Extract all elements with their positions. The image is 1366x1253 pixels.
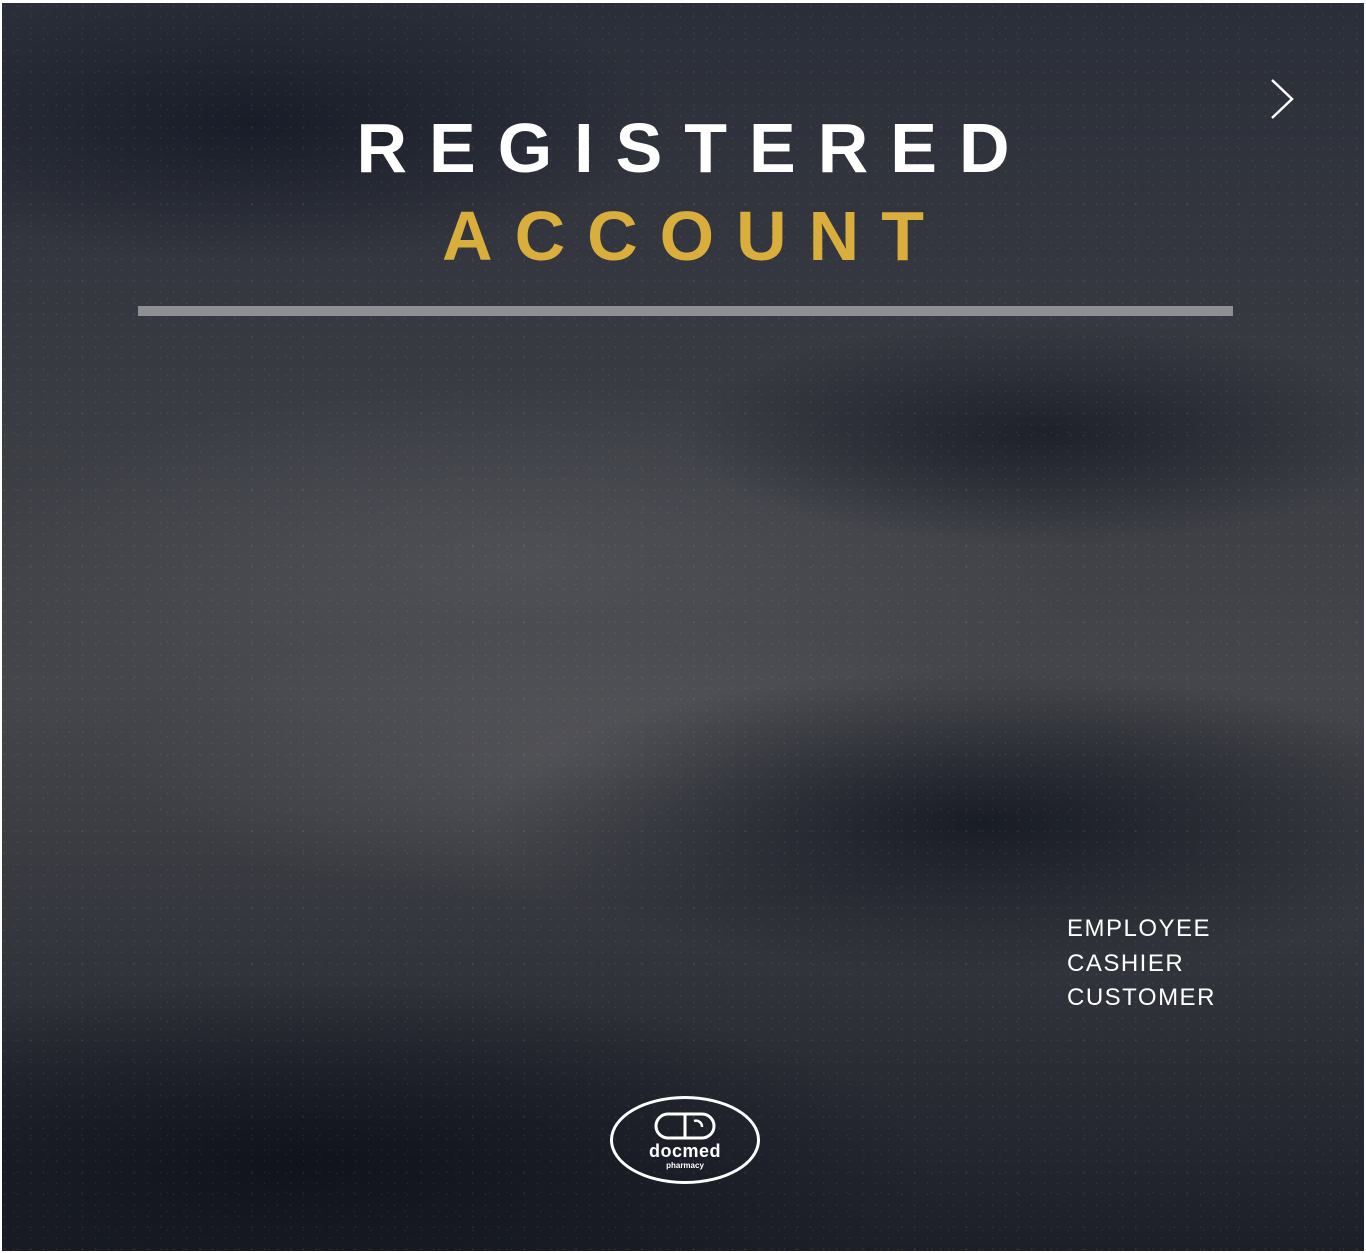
title-divider xyxy=(138,306,1233,316)
docmed-logo: docmed pharmacy xyxy=(610,1096,760,1184)
role-item-customer[interactable]: CUSTOMER xyxy=(1067,981,1216,1016)
capsule-icon xyxy=(654,1112,716,1140)
page-subtitle: ACCOUNT xyxy=(442,197,946,275)
logo-tagline: pharmacy xyxy=(666,1161,704,1170)
role-menu: EMPLOYEE CASHIER CUSTOMER xyxy=(1067,912,1216,1016)
logo-oval xyxy=(610,1096,760,1184)
background-texture xyxy=(2,3,1364,1251)
role-item-employee[interactable]: EMPLOYEE xyxy=(1067,912,1216,947)
logo-brand-text: docmed xyxy=(648,1141,721,1161)
background-panel xyxy=(2,3,1364,1251)
role-item-cashier[interactable]: CASHIER xyxy=(1067,947,1216,982)
page-title: REGISTERED xyxy=(356,109,1032,187)
